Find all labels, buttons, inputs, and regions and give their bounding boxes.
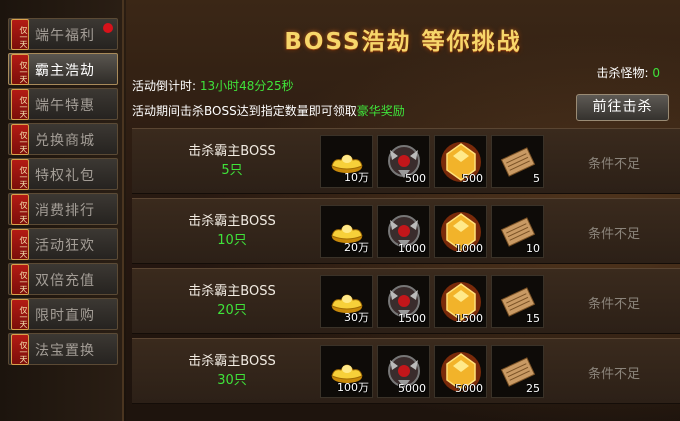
sidebar-item-label: 端午特惠	[35, 98, 95, 114]
sidebar-item[interactable]: 仅一天 限时直购	[8, 298, 118, 330]
reward-item-slot[interactable]: 1000	[377, 205, 430, 258]
kills-value: 0	[652, 66, 660, 80]
item-quantity: 500	[462, 172, 483, 185]
reward-item-slot[interactable]: 5000	[377, 345, 430, 398]
reward-condition: 击杀霸主BOSS	[188, 284, 276, 299]
item-quantity: 1000	[398, 242, 426, 255]
item-quantity: 10万	[344, 171, 369, 184]
sidebar-item-label: 端午福利	[35, 28, 95, 44]
reward-status: 条件不足	[587, 227, 640, 242]
sidebar-item[interactable]: 仅一天 双倍充值	[8, 263, 118, 295]
limited-tag: 仅一天	[11, 264, 29, 295]
limited-tag: 仅一天	[11, 194, 29, 225]
sidebar-item-label: 霸主浩劫	[35, 63, 95, 79]
reward-item-slot[interactable]: 15	[491, 275, 544, 328]
item-quantity: 20万	[344, 241, 369, 254]
reward-item-slot[interactable]: 500	[434, 135, 487, 188]
reward-item-slot[interactable]: 1500	[377, 275, 430, 328]
reward-item-slot[interactable]: 100万	[320, 345, 373, 398]
item-quantity: 25	[526, 382, 540, 395]
page-title: BOSS浩劫 等你挑战	[284, 29, 522, 55]
activity-notice: 活动期间击杀BOSS达到指定数量即可领取豪华奖励	[132, 102, 405, 119]
limited-tag: 仅一天	[11, 19, 29, 50]
reward-count: 20只	[217, 303, 247, 318]
reward-item-slot[interactable]: 10万	[320, 135, 373, 188]
sidebar-item[interactable]: 仅一天 兑换商城	[8, 123, 118, 155]
reward-item-slot[interactable]: 5	[491, 135, 544, 188]
countdown: 活动倒计时: 13小时48分25秒	[132, 77, 294, 94]
reward-item-slot[interactable]: 30万	[320, 275, 373, 328]
reward-status: 条件不足	[587, 157, 640, 172]
reward-item-slot[interactable]: 10	[491, 205, 544, 258]
reward-row: 击杀霸主BOSS 10只 条件不足 20万 1000 1000 10	[132, 198, 680, 264]
limited-tag: 仅一天	[11, 54, 29, 85]
activity-window: 仅一天 端午福利 仅一天 霸主浩劫 仅一天 端午特惠 仅一天 兑换商城 仅一天 特权礼包 仅一天 消费…	[0, 0, 680, 421]
sidebar-item-label: 兑换商城	[35, 133, 95, 149]
limited-tag: 仅一天	[11, 299, 29, 330]
sidebar: 仅一天 端午福利 仅一天 霸主浩劫 仅一天 端午特惠 仅一天 兑换商城 仅一天 特权礼包 仅一天 消费…	[0, 0, 124, 421]
reward-row: 击杀霸主BOSS 20只 条件不足 30万 1500 1500 15	[132, 268, 680, 334]
reward-item-slot[interactable]: 25	[491, 345, 544, 398]
reward-item-slot[interactable]: 500	[377, 135, 430, 188]
sidebar-item-label: 特权礼包	[35, 168, 95, 184]
sidebar-item-label: 活动狂欢	[35, 238, 95, 254]
reward-row: 击杀霸主BOSS 5只 条件不足 10万 500 500 5	[132, 128, 680, 194]
goto-kill-button[interactable]: 前往击杀	[576, 94, 669, 121]
item-quantity: 1500	[455, 312, 483, 325]
sidebar-item-label: 消费排行	[35, 203, 95, 219]
reward-status: 条件不足	[587, 367, 640, 382]
item-quantity: 1500	[398, 312, 426, 325]
item-quantity: 5	[533, 172, 540, 185]
reward-condition: 击杀霸主BOSS	[188, 214, 276, 229]
sidebar-item[interactable]: 仅一天 霸主浩劫	[8, 53, 118, 85]
reward-condition: 击杀霸主BOSS	[188, 354, 276, 369]
item-quantity: 5000	[455, 382, 483, 395]
reward-status: 条件不足	[587, 297, 640, 312]
reward-item-slot[interactable]: 5000	[434, 345, 487, 398]
countdown-label: 活动倒计时:	[132, 79, 197, 93]
countdown-value: 13小时48分25秒	[199, 79, 294, 93]
item-quantity: 15	[526, 312, 540, 325]
limited-tag: 仅一天	[11, 89, 29, 120]
item-quantity: 100万	[337, 381, 369, 394]
notice-text: 活动期间击杀BOSS达到指定数量即可领取	[132, 104, 357, 118]
limited-tag: 仅一天	[11, 124, 29, 155]
sidebar-item[interactable]: 仅一天 端午特惠	[8, 88, 118, 120]
reward-count: 10只	[217, 233, 247, 248]
item-quantity: 10	[526, 242, 540, 255]
reward-item-slot[interactable]: 20万	[320, 205, 373, 258]
notification-dot	[103, 23, 113, 33]
reward-item-slot[interactable]: 1000	[434, 205, 487, 258]
item-quantity: 500	[405, 172, 426, 185]
limited-tag: 仅一天	[11, 334, 29, 365]
limited-tag: 仅一天	[11, 159, 29, 190]
sidebar-item[interactable]: 仅一天 活动狂欢	[8, 228, 118, 260]
main-panel: BOSS浩劫 等你挑战 活动倒计时: 13小时48分25秒 击杀怪物: 0 活动…	[126, 0, 680, 421]
sidebar-item[interactable]: 仅一天 法宝置换	[8, 333, 118, 365]
reward-condition: 击杀霸主BOSS	[188, 144, 276, 159]
item-quantity: 5000	[398, 382, 426, 395]
notice-highlight: 豪华奖励	[356, 104, 405, 118]
limited-tag: 仅一天	[11, 229, 29, 260]
reward-count: 30只	[217, 373, 247, 388]
sidebar-item-label: 法宝置换	[35, 343, 95, 359]
sidebar-item-label: 双倍充值	[35, 273, 95, 289]
reward-count: 5只	[221, 163, 243, 178]
reward-item-slot[interactable]: 1500	[434, 275, 487, 328]
sidebar-item[interactable]: 仅一天 特权礼包	[8, 158, 118, 190]
sidebar-item[interactable]: 仅一天 消费排行	[8, 193, 118, 225]
sidebar-item-label: 限时直购	[35, 308, 95, 324]
kill-counter: 击杀怪物: 0	[596, 64, 660, 81]
kills-label: 击杀怪物:	[596, 66, 649, 80]
item-quantity: 1000	[455, 242, 483, 255]
reward-row: 击杀霸主BOSS 30只 条件不足 100万 5000 5000 25	[132, 338, 680, 404]
sidebar-item[interactable]: 仅一天 端午福利	[8, 18, 118, 50]
item-quantity: 30万	[344, 311, 369, 324]
